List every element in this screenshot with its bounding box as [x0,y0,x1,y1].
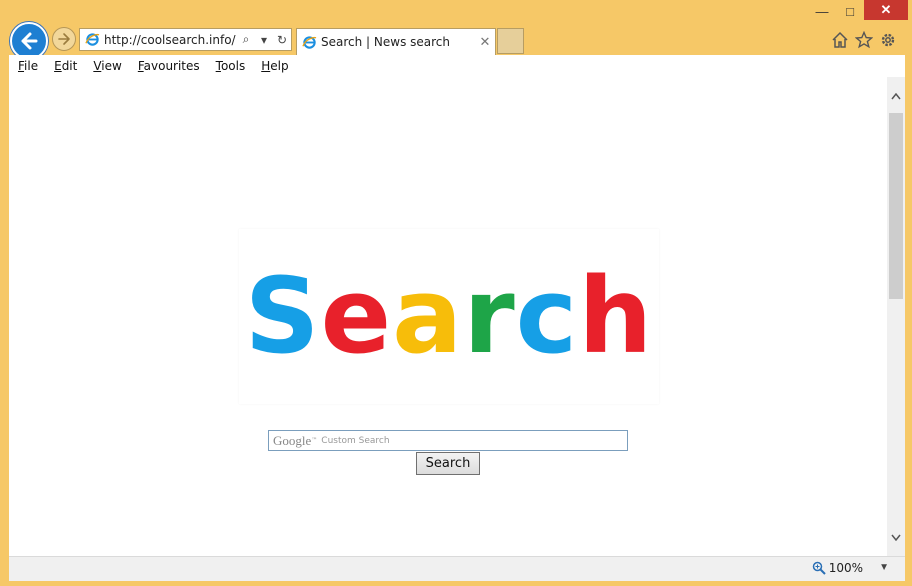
google-watermark: Google [273,432,312,448]
address-dropdown-icon[interactable]: ▾ [255,30,273,50]
menu-file[interactable]: File [18,59,38,73]
maximize-button[interactable]: □ [836,0,864,22]
google-tm: ™ [311,437,318,444]
logo-letter: S [244,255,321,377]
logo-letter: h [578,255,654,377]
refresh-icon[interactable]: ↻ [273,30,291,50]
logo-letter: e [320,255,393,377]
page-content: Search Google ™ Custom Search Search [9,77,887,556]
close-tab-icon[interactable]: ✕ [475,34,495,50]
menu-file-rest: ile [24,59,39,73]
menu-help-accel: H [261,59,271,73]
menu-favourites-rest: avourites [143,59,200,73]
zoom-dropdown-icon[interactable]: ▼ [879,562,889,573]
scroll-down-icon[interactable] [887,530,905,544]
tab-ie-icon [301,34,317,50]
gear-icon[interactable] [878,30,898,50]
menu-tools[interactable]: Tools [216,59,246,73]
arrow-right-icon [58,33,70,45]
minimize-button[interactable]: — [808,0,836,22]
zoom-icon [812,561,826,575]
zoom-level: 100% [828,561,863,575]
logo-letter: c [515,255,579,377]
menu-edit-rest: dit [61,59,78,73]
custom-search-input[interactable]: Google ™ Custom Search [268,430,628,451]
address-bar[interactable]: http://coolsearch.info/ ⌕ ▾ ↻ [79,28,292,51]
search-logo: Search [239,229,659,404]
menu-edit-accel: E [54,59,62,73]
arrow-left-icon [21,32,38,50]
tab-search-news[interactable]: Search | News search ✕ [296,28,496,55]
new-tab-button[interactable] [497,28,524,54]
status-bar: 100% ▼ [9,556,905,581]
search-button[interactable]: Search [416,452,480,475]
logo-text: Search [239,229,659,404]
menu-favourites[interactable]: Favourites [138,59,200,73]
logo-letter: r [463,255,516,377]
menu-help-rest: elp [270,59,289,73]
scroll-thumb[interactable] [889,113,903,299]
forward-button[interactable] [52,27,76,51]
home-icon[interactable] [830,30,850,50]
tab-title: Search | News search [321,35,450,49]
scroll-up-icon[interactable] [887,89,905,103]
menu-tools-rest: ools [220,59,246,73]
menu-bar: File Edit View Favourites Tools Help [9,55,905,78]
menu-edit[interactable]: Edit [54,59,77,73]
browser-window: — □ ✕ http://coolsearch.info/ ⌕ ▾ ↻ Sear… [0,0,912,586]
menu-view[interactable]: View [93,59,121,73]
menu-help[interactable]: Help [261,59,288,73]
logo-letter: a [392,255,464,377]
search-icon[interactable]: ⌕ [237,30,255,50]
vertical-scrollbar[interactable] [887,77,905,556]
ie-page-icon [84,32,100,48]
close-window-button[interactable]: ✕ [864,0,908,20]
zoom-control[interactable]: 100% [812,561,863,575]
address-url[interactable]: http://coolsearch.info/ [104,33,237,47]
custom-search-label: Custom Search [321,435,390,446]
star-icon[interactable] [854,30,874,50]
menu-view-rest: iew [101,59,122,73]
